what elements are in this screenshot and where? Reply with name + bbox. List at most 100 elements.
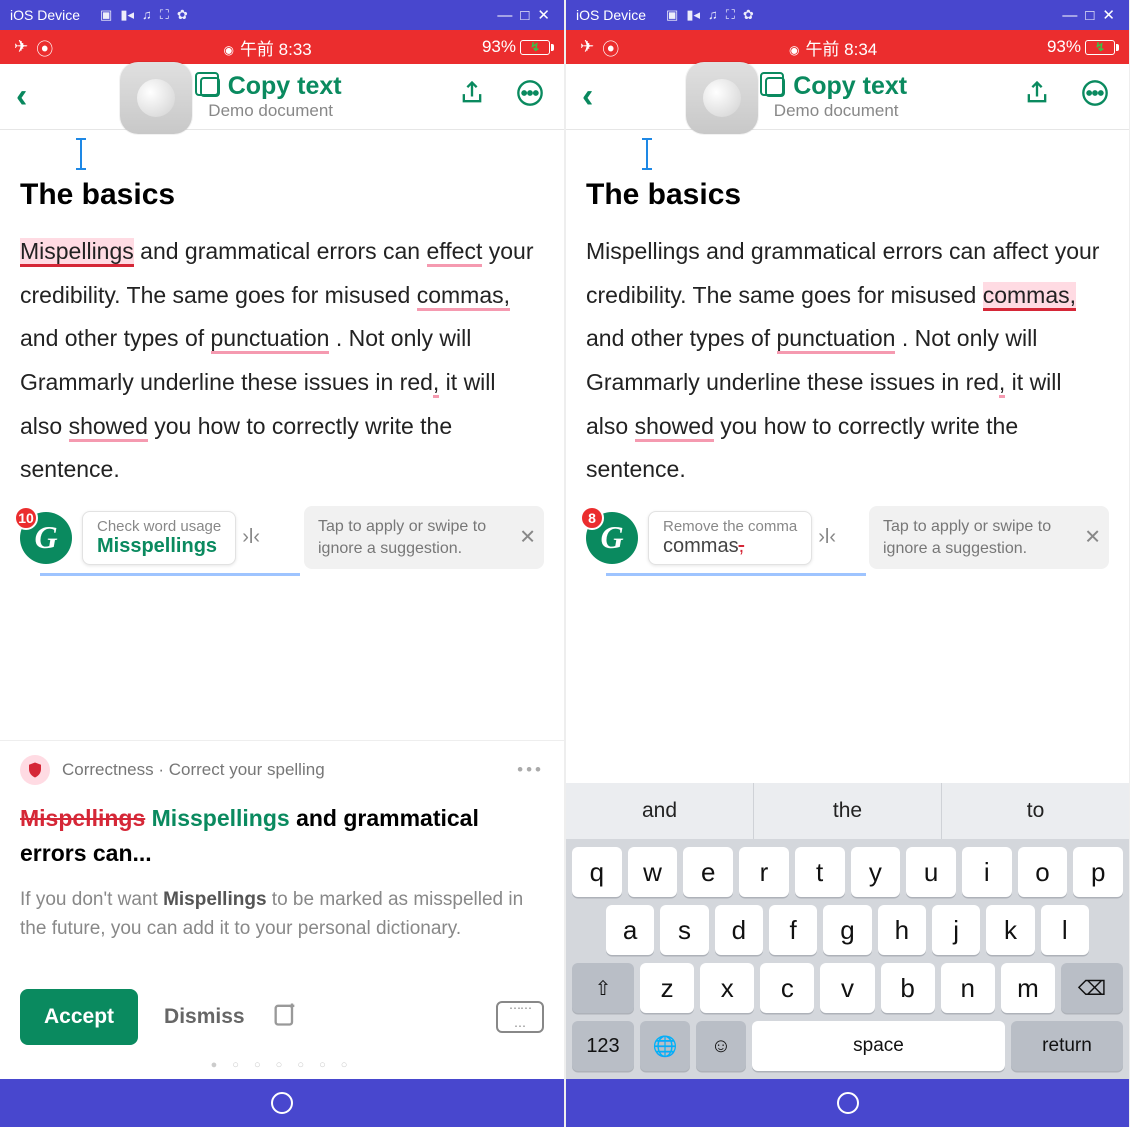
close-window-button[interactable]: ✕ [1098, 6, 1119, 24]
key-g[interactable]: g [823, 905, 871, 955]
key-space[interactable]: space [752, 1021, 1005, 1071]
key-o[interactable]: o [1018, 847, 1068, 897]
error-showed[interactable]: showed [635, 413, 714, 442]
key-b[interactable]: b [881, 963, 935, 1013]
document-body[interactable]: The basics Mispellings and grammatical e… [566, 130, 1129, 783]
home-button[interactable] [837, 1092, 859, 1114]
emulator-titlebar: iOS Device ▣ ▮◂ ♫ ⛶ ✿ — □ ✕ [0, 0, 564, 30]
wifi-icon: ⦿ [602, 35, 619, 60]
app-header: ‹ Copy text Demo document [0, 64, 564, 130]
error-effect[interactable]: effect [427, 238, 483, 267]
grammarly-badge[interactable]: G 10 [20, 512, 72, 564]
close-window-button[interactable]: ✕ [533, 6, 554, 24]
key-w[interactable]: w [628, 847, 678, 897]
assistive-touch-icon[interactable] [686, 62, 758, 134]
video-icon[interactable]: ▮◂ [686, 7, 700, 23]
more-button[interactable] [506, 79, 554, 114]
prediction-1[interactable]: and [566, 783, 754, 839]
suggestion-chip[interactable]: Remove the comma commas, [648, 511, 812, 565]
android-navbar [0, 1079, 564, 1127]
key-a[interactable]: a [606, 905, 654, 955]
error-commas[interactable]: commas, [417, 282, 510, 311]
key-d[interactable]: d [715, 905, 763, 955]
key-f[interactable]: f [769, 905, 817, 955]
key-shift[interactable]: ⇧ [572, 963, 634, 1013]
key-y[interactable]: y [851, 847, 901, 897]
emulator-name: iOS Device [10, 7, 80, 23]
key-globe[interactable]: 🌐 [640, 1021, 690, 1071]
dismiss-button[interactable]: Dismiss [164, 1005, 245, 1029]
share-button[interactable] [448, 79, 496, 114]
error-showed[interactable]: showed [69, 413, 148, 442]
progress-underline [40, 573, 300, 576]
close-tooltip-button[interactable]: ✕ [519, 524, 536, 551]
key-e[interactable]: e [683, 847, 733, 897]
error-mispellings[interactable]: Mispellings [20, 238, 134, 267]
fullscreen-icon[interactable]: ⛶ [726, 7, 735, 23]
doc-paragraph[interactable]: Mispellings and grammatical errors can e… [20, 230, 544, 492]
error-punctuation[interactable]: punctuation [211, 325, 330, 354]
key-backspace[interactable]: ⌫ [1061, 963, 1123, 1013]
prediction-bar: and the to [566, 783, 1129, 839]
gear-icon[interactable]: ✿ [177, 7, 188, 23]
key-p[interactable]: p [1073, 847, 1123, 897]
key-j[interactable]: j [932, 905, 980, 955]
status-bar: ✈ ⦿ 午前 8:33 93% [0, 30, 564, 64]
error-punctuation[interactable]: punctuation [777, 325, 896, 354]
minimize-button[interactable]: — [493, 7, 516, 24]
key-s[interactable]: s [660, 905, 708, 955]
back-button[interactable]: ‹ [10, 77, 33, 116]
prediction-2[interactable]: the [754, 783, 942, 839]
key-n[interactable]: n [941, 963, 995, 1013]
more-text: ›l‹ [242, 526, 260, 549]
home-button[interactable] [271, 1092, 293, 1114]
key-l[interactable]: l [1041, 905, 1089, 955]
document-body[interactable]: The basics Mispellings and grammatical e… [0, 130, 564, 732]
error-commas[interactable]: commas, [983, 282, 1076, 311]
add-to-dictionary-icon[interactable] [271, 1000, 299, 1035]
key-t[interactable]: t [795, 847, 845, 897]
gear-icon[interactable]: ✿ [743, 7, 754, 23]
key-q[interactable]: q [572, 847, 622, 897]
text-cursor [80, 140, 82, 168]
camera-icon[interactable]: ▣ [100, 7, 112, 23]
assistive-touch-icon[interactable] [120, 62, 192, 134]
share-button[interactable] [1013, 79, 1061, 114]
accept-button[interactable]: Accept [20, 989, 138, 1045]
key-v[interactable]: v [820, 963, 874, 1013]
issue-count-badge: 10 [14, 506, 38, 530]
video-icon[interactable]: ▮◂ [120, 7, 134, 23]
doc-paragraph[interactable]: Mispellings and grammatical errors can a… [586, 230, 1109, 492]
fullscreen-icon[interactable]: ⛶ [160, 7, 169, 23]
key-i[interactable]: i [962, 847, 1012, 897]
key-m[interactable]: m [1001, 963, 1055, 1013]
key-k[interactable]: k [986, 905, 1034, 955]
keyboard-toggle-icon[interactable] [496, 1001, 544, 1033]
key-h[interactable]: h [878, 905, 926, 955]
text-cursor [646, 140, 648, 168]
close-tooltip-button[interactable]: ✕ [1084, 524, 1101, 551]
back-button[interactable]: ‹ [576, 77, 599, 116]
key-x[interactable]: x [700, 963, 754, 1013]
key-emoji[interactable]: ☺ [696, 1021, 746, 1071]
hint-tooltip: Tap to apply or swipe to ignore a sugges… [304, 506, 544, 569]
minimize-button[interactable]: — [1058, 7, 1081, 24]
card-more-button[interactable]: ••• [517, 760, 544, 780]
phone-left: iOS Device ▣ ▮◂ ♫ ⛶ ✿ — □ ✕ ✈ ⦿ 午前 8:33 … [0, 0, 565, 1127]
headphone-icon[interactable]: ♫ [708, 7, 718, 23]
key-numeric[interactable]: 123 [572, 1021, 634, 1071]
key-r[interactable]: r [739, 847, 789, 897]
grammarly-badge[interactable]: G 8 [586, 512, 638, 564]
headphone-icon[interactable]: ♫ [142, 7, 152, 23]
key-c[interactable]: c [760, 963, 814, 1013]
key-return[interactable]: return [1011, 1021, 1123, 1071]
maximize-button[interactable]: □ [1081, 7, 1098, 24]
more-button[interactable] [1071, 79, 1119, 114]
prediction-3[interactable]: to [942, 783, 1129, 839]
suggestion-chip[interactable]: Check word usage Misspellings [82, 511, 236, 565]
maximize-button[interactable]: □ [516, 7, 533, 24]
key-z[interactable]: z [640, 963, 694, 1013]
camera-icon[interactable]: ▣ [666, 7, 678, 23]
emulator-titlebar: iOS Device ▣ ▮◂ ♫ ⛶ ✿ — □ ✕ [566, 0, 1129, 30]
key-u[interactable]: u [906, 847, 956, 897]
